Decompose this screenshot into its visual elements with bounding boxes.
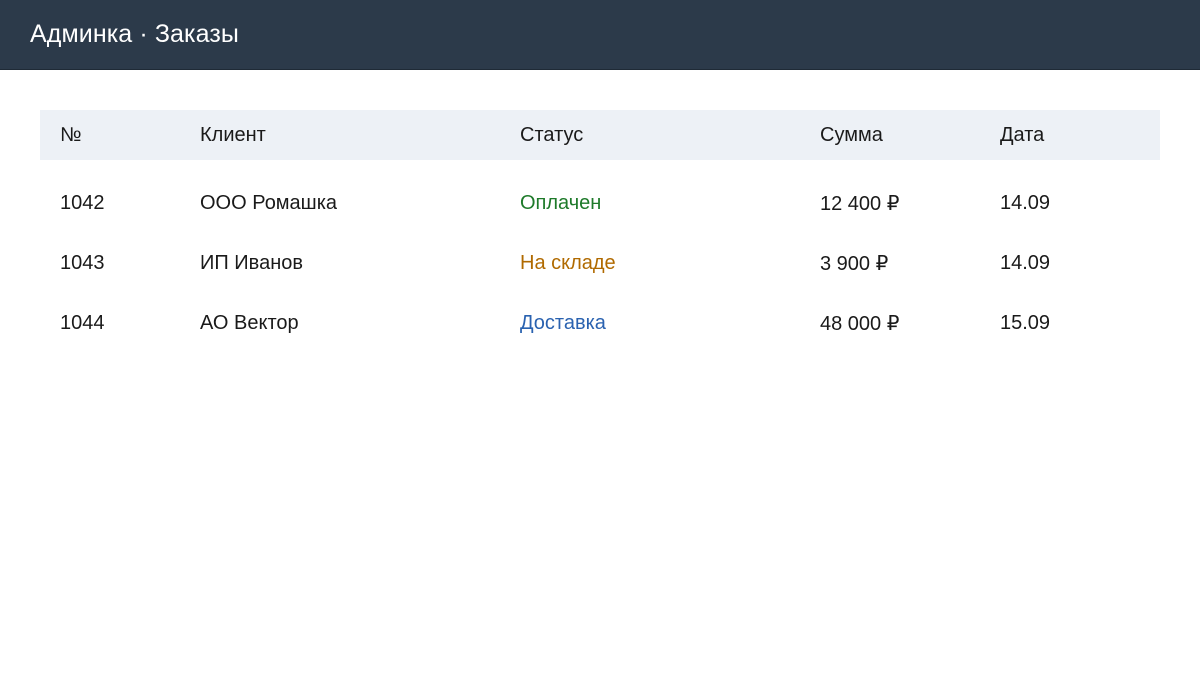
column-header-date[interactable]: Дата — [1000, 110, 1044, 160]
table-header: № Клиент Статус Сумма Дата — [40, 110, 1160, 160]
order-status: Доставка — [520, 311, 606, 334]
order-date: 15.09 — [1000, 311, 1051, 334]
order-client: ООО Ромашка — [200, 191, 338, 214]
table-row[interactable]: 1042 ООО Ромашка Оплачен 12 400 ₽ 14.09 — [40, 173, 1160, 233]
column-header-number[interactable]: № — [60, 110, 81, 160]
order-date: 14.09 — [1000, 251, 1051, 274]
table-row[interactable]: 1043 ИП Иванов На складе 3 900 ₽ 14.09 — [40, 233, 1160, 293]
order-status: Оплачен — [520, 191, 602, 214]
order-sum: 48 000 ₽ — [820, 312, 900, 335]
order-number: 1043 — [60, 251, 105, 274]
order-client: АО Вектор — [200, 311, 299, 334]
order-client: ИП Иванов — [200, 251, 303, 274]
order-number: 1044 — [60, 311, 105, 334]
page-title: Админка · Заказы — [30, 20, 239, 48]
order-date: 14.09 — [1000, 191, 1051, 214]
column-header-sum[interactable]: Сумма — [820, 110, 883, 160]
column-header-status[interactable]: Статус — [520, 110, 583, 160]
table-body: 1042 ООО Ромашка Оплачен 12 400 ₽ 14.09 … — [40, 173, 1160, 353]
top-bar: Админка · Заказы — [0, 0, 1200, 70]
order-sum: 3 900 ₽ — [820, 252, 889, 275]
table-row[interactable]: 1044 АО Вектор Доставка 48 000 ₽ 15.09 — [40, 293, 1160, 353]
orders-table: № Клиент Статус Сумма Дата 1042 ООО Рома… — [40, 110, 1160, 353]
order-sum: 12 400 ₽ — [820, 192, 900, 215]
order-number: 1042 — [60, 191, 105, 214]
column-header-client[interactable]: Клиент — [200, 110, 266, 160]
order-status: На складе — [520, 251, 616, 274]
